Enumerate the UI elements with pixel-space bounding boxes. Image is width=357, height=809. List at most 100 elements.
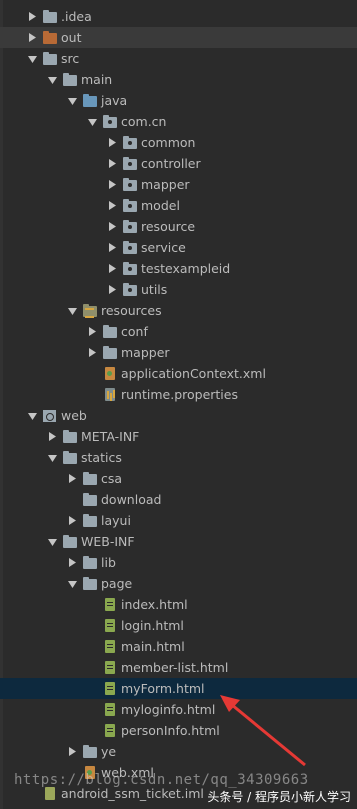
expand-arrow-icon[interactable] [24,27,40,48]
tree-row[interactable]: META-INF [0,426,357,447]
excluded-folder-icon [42,30,58,46]
folder-icon [82,576,98,592]
tree-row[interactable]: conf [0,321,357,342]
resources-folder-icon [82,303,98,319]
tree-item-label: csa [101,471,123,486]
tree-row[interactable]: web [0,405,357,426]
tree-row[interactable]: personInfo.html [0,720,357,741]
tree-item-label: index.html [121,597,188,612]
expand-arrow-icon[interactable] [104,237,120,258]
tree-row[interactable]: runtime.properties [0,384,357,405]
tree-item-label: WEB-INF [81,534,135,549]
tree-row[interactable]: layui [0,510,357,531]
tree-row[interactable]: member-list.html [0,657,357,678]
collapse-arrow-icon[interactable] [44,447,60,468]
package-icon [122,282,138,298]
collapse-arrow-icon[interactable] [84,111,100,132]
tree-row[interactable]: myForm.html [0,678,357,699]
tree-item-label: out [61,30,82,45]
tree-row[interactable]: applicationContext.xml [0,363,357,384]
html-file-icon [102,660,118,676]
collapse-arrow-icon[interactable] [24,405,40,426]
tree-row[interactable]: out [0,27,357,48]
tree-row[interactable]: index.html [0,594,357,615]
expand-arrow-icon[interactable] [84,342,100,363]
collapse-arrow-icon[interactable] [64,90,80,111]
tree-row[interactable]: login.html [0,615,357,636]
expand-arrow-icon[interactable] [84,321,100,342]
tree-row[interactable]: java [0,90,357,111]
tree-row[interactable]: com.cn [0,111,357,132]
folder-icon [102,345,118,361]
tree-row[interactable]: statics [0,447,357,468]
tree-item-label: page [101,576,133,591]
folder-icon [102,324,118,340]
tree-item-label: main.html [121,639,185,654]
tree-row[interactable]: main [0,69,357,90]
tree-row[interactable]: WEB-INF [0,531,357,552]
expand-arrow-icon[interactable] [64,510,80,531]
tree-row[interactable]: controller [0,153,357,174]
expand-arrow-icon[interactable] [104,216,120,237]
expand-arrow-icon[interactable] [104,153,120,174]
tree-row[interactable]: myloginfo.html [0,699,357,720]
expand-arrow-icon[interactable] [104,132,120,153]
tree-row[interactable]: service [0,237,357,258]
tree-item-label: common [141,135,196,150]
tree-item-label: download [101,492,162,507]
tree-item-label: member-list.html [121,660,229,675]
collapse-arrow-icon[interactable] [44,69,60,90]
package-icon [122,198,138,214]
tree-row[interactable]: testexampleid [0,258,357,279]
folder-icon [82,744,98,760]
expand-arrow-icon[interactable] [24,6,40,27]
tree-row[interactable]: model [0,195,357,216]
tree-row[interactable]: mapper [0,342,357,363]
tree-row[interactable]: page [0,573,357,594]
tree-row[interactable]: resources [0,300,357,321]
expand-arrow-icon[interactable] [104,279,120,300]
expand-arrow-icon[interactable] [64,552,80,573]
tree-item-label: resource [141,219,196,234]
expand-arrow-icon[interactable] [104,195,120,216]
tree-item-label: com.cn [121,114,167,129]
tree-item-label: testexampleid [141,261,231,276]
folder-icon [82,471,98,487]
tree-row[interactable]: src [0,48,357,69]
folder-icon [62,72,78,88]
tree-item-label: mapper [141,177,190,192]
tree-row[interactable]: csa [0,468,357,489]
tree-item-label: layui [101,513,131,528]
expand-arrow-icon[interactable] [104,258,120,279]
tree-item-label: model [141,198,180,213]
tree-row[interactable]: main.html [0,636,357,657]
collapse-arrow-icon[interactable] [64,573,80,594]
tree-item-label: mapper [121,345,170,360]
tree-row[interactable]: common [0,132,357,153]
tree-row[interactable]: resource [0,216,357,237]
collapse-arrow-icon[interactable] [24,48,40,69]
collapse-arrow-icon[interactable] [44,531,60,552]
tree-row[interactable]: mapper [0,174,357,195]
tree-item-label: ye [101,744,117,759]
expand-arrow-icon[interactable] [104,174,120,195]
html-file-icon [102,597,118,613]
tree-row[interactable]: lib [0,552,357,573]
package-icon [122,261,138,277]
tree-row[interactable]: download [0,489,357,510]
tree-row[interactable]: utils [0,279,357,300]
tree-item-label: myForm.html [121,681,205,696]
tree-item-label: runtime.properties [121,387,238,402]
expand-arrow-icon[interactable] [44,426,60,447]
tree-row[interactable]: ye [0,741,357,762]
collapse-arrow-icon[interactable] [64,300,80,321]
expand-arrow-icon[interactable] [64,741,80,762]
expand-arrow-icon[interactable] [64,468,80,489]
tree-row[interactable]: .idea [0,6,357,27]
tree-item-label: resources [101,303,162,318]
tree-item-label: utils [141,282,168,297]
